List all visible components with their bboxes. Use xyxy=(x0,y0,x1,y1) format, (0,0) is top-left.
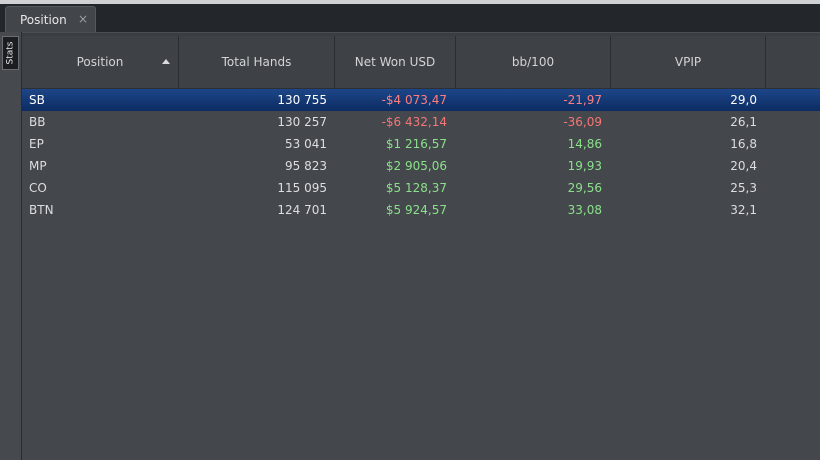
column-header-bb100[interactable]: bb/100 xyxy=(456,36,611,88)
cell-bb100: -36,09 xyxy=(563,115,602,129)
grid-rows: SB 130 755 -$4 073,47 -21,97 29,0 BB 130… xyxy=(22,89,820,221)
close-icon[interactable]: × xyxy=(78,12,88,26)
cell-total-hands: 130 257 xyxy=(277,115,327,129)
cell-vpip: 32,1 xyxy=(730,203,757,217)
cell-bb100: 29,56 xyxy=(567,181,602,195)
table-row[interactable]: SB 130 755 -$4 073,47 -21,97 29,0 xyxy=(22,89,820,111)
sort-ascending-icon xyxy=(162,59,170,64)
cell-vpip: 20,4 xyxy=(730,159,757,173)
cell-total-hands: 53 041 xyxy=(285,137,327,151)
cell-vpip: 29,0 xyxy=(730,93,757,107)
column-header-label: VPIP xyxy=(674,55,702,69)
table-row[interactable]: BTN 124 701 $5 924,57 33,08 32,1 xyxy=(22,199,820,221)
column-header-net-won[interactable]: Net Won USD xyxy=(335,36,456,88)
cell-vpip: 26,1 xyxy=(730,115,757,129)
cell-position: MP xyxy=(29,159,47,173)
cell-position: SB xyxy=(29,93,45,107)
cell-position: BTN xyxy=(29,203,54,217)
column-header-total-hands[interactable]: Total Hands xyxy=(179,36,335,88)
cell-position: EP xyxy=(29,137,44,151)
tab-bar: Position × xyxy=(0,4,820,33)
cell-net-won: $2 905,06 xyxy=(385,159,447,173)
column-header-label: Net Won USD xyxy=(354,55,436,69)
column-header-label: Total Hands xyxy=(221,55,292,69)
cell-bb100: 33,08 xyxy=(567,203,602,217)
grid-header: Position Total Hands Net Won USD bb/100 … xyxy=(22,36,820,89)
cell-total-hands: 124 701 xyxy=(277,203,327,217)
table-row[interactable]: MP 95 823 $2 905,06 19,93 20,4 xyxy=(22,155,820,177)
cell-total-hands: 95 823 xyxy=(285,159,327,173)
cell-net-won: $5 924,57 xyxy=(385,203,447,217)
table-row[interactable]: CO 115 095 $5 128,37 29,56 25,3 xyxy=(22,177,820,199)
table-row[interactable]: BB 130 257 -$6 432,14 -36,09 26,1 xyxy=(22,111,820,133)
column-header-position[interactable]: Position xyxy=(22,36,179,88)
cell-position: BB xyxy=(29,115,46,129)
cell-position: CO xyxy=(29,181,47,195)
cell-total-hands: 115 095 xyxy=(277,181,327,195)
column-header-label: bb/100 xyxy=(511,55,555,69)
cell-total-hands: 130 755 xyxy=(277,93,327,107)
cell-bb100: 14,86 xyxy=(567,137,602,151)
cell-bb100: 19,93 xyxy=(567,159,602,173)
table-row[interactable]: EP 53 041 $1 216,57 14,86 16,8 xyxy=(22,133,820,155)
tab-position[interactable]: Position × xyxy=(5,6,96,32)
sidebar: Stats xyxy=(0,32,22,460)
stats-side-tab-label: Stats xyxy=(5,41,16,65)
stats-grid: Position Total Hands Net Won USD bb/100 … xyxy=(22,36,820,460)
cell-net-won: $5 128,37 xyxy=(385,181,447,195)
column-header-label: Position xyxy=(76,55,124,69)
column-header-vpip[interactable]: VPIP xyxy=(611,36,766,88)
cell-net-won: $1 216,57 xyxy=(385,137,447,151)
cell-net-won: -$6 432,14 xyxy=(381,115,447,129)
tab-label: Position xyxy=(20,13,67,27)
stats-side-tab[interactable]: Stats xyxy=(2,36,19,70)
cell-vpip: 25,3 xyxy=(730,181,757,195)
cell-net-won: -$4 073,47 xyxy=(381,93,447,107)
cell-bb100: -21,97 xyxy=(563,93,602,107)
cell-vpip: 16,8 xyxy=(730,137,757,151)
